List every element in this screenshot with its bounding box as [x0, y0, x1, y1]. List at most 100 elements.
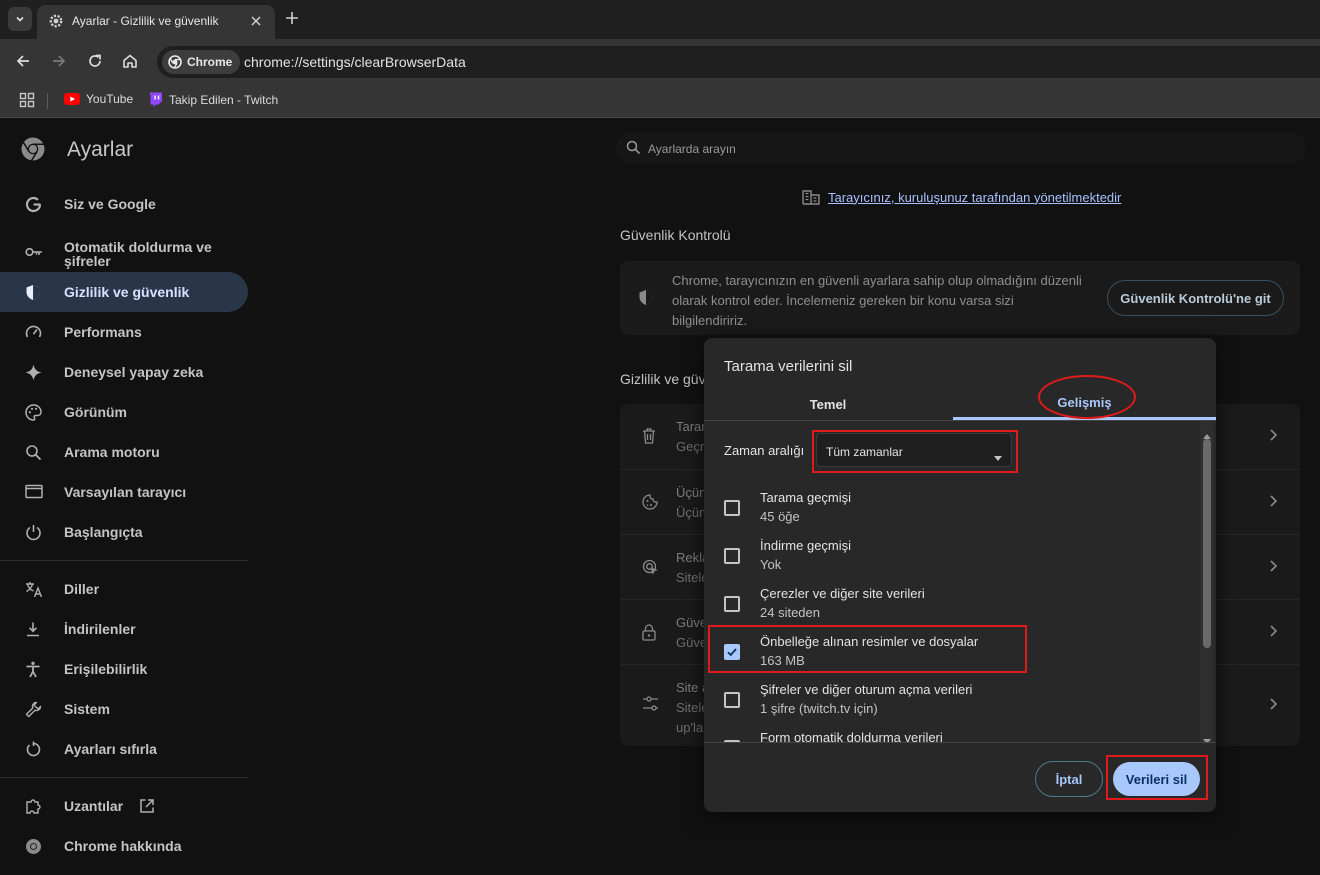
- sidebar-item-experimental-ai[interactable]: Deneysel yapay zeka: [0, 352, 248, 392]
- sidebar-divider: [0, 777, 248, 778]
- sidebar-item-accessibility[interactable]: Erişilebilirlik: [0, 649, 248, 689]
- sidebar-item-privacy[interactable]: Gizlilik ve güvenlik: [0, 272, 248, 312]
- sidebar-item-system[interactable]: Sistem: [0, 689, 248, 729]
- bookmark-youtube[interactable]: YouTube: [64, 92, 133, 106]
- back-arrow-icon[interactable]: [14, 52, 32, 75]
- safety-check-card: Chrome, tarayıcınızın en güvenli ayarlar…: [620, 261, 1300, 335]
- option-passwords[interactable]: Şifreler ve diğer oturum açma verileri 1…: [724, 679, 1194, 723]
- sidebar-item-extensions[interactable]: Uzantılar: [0, 786, 248, 826]
- sidebar-item-you-and-google[interactable]: Siz ve Google: [0, 184, 248, 224]
- chevron-down-icon: [14, 13, 26, 25]
- chevron-right-icon: [1268, 559, 1278, 578]
- option-autofill-form-data[interactable]: Form otomatik doldurma verileri: [724, 727, 1194, 743]
- sidebar-item-appearance[interactable]: Görünüm: [0, 392, 248, 432]
- sidebar-item-search-engine[interactable]: Arama motoru: [0, 432, 248, 472]
- option-name: Tarama geçmişi: [760, 490, 852, 505]
- omnibox[interactable]: Chrome chrome://settings/clearBrowserDat…: [157, 46, 1320, 78]
- checkbox[interactable]: [724, 692, 740, 708]
- option-detail: Yok: [760, 557, 782, 572]
- reload-icon[interactable]: [86, 52, 104, 75]
- settings-search-input[interactable]: Ayarlarda arayın: [616, 132, 1306, 164]
- sidebar-item-label: Erişilebilirlik: [64, 661, 148, 677]
- shield-icon: [638, 289, 654, 311]
- gear-icon: [48, 13, 64, 29]
- trash-icon: [642, 428, 656, 444]
- dialog-body: Zaman aralığı Tüm zamanlar Tarama geçmiş…: [704, 421, 1216, 743]
- puzzle-icon: [25, 798, 42, 815]
- highlight-ellipse: [1038, 375, 1136, 419]
- tab-title: Ayarlar - Gizlilik ve güvenlik: [72, 14, 219, 28]
- shield-icon: [25, 284, 41, 301]
- sidebar-item-label: Diller: [64, 581, 100, 597]
- option-browsing-history[interactable]: Tarama geçmişi 45 öğe: [724, 487, 1194, 531]
- tab-basic[interactable]: Temel: [704, 388, 952, 420]
- site-chip[interactable]: Chrome: [162, 50, 241, 74]
- bookmark-twitch[interactable]: Takip Edilen - Twitch: [148, 92, 278, 107]
- tab-search-button[interactable]: [8, 7, 32, 31]
- sidebar-item-label: Chrome hakkında: [64, 838, 182, 854]
- sidebar-item-label: Deneysel yapay zeka: [64, 364, 204, 380]
- sidebar-item-autofill[interactable]: Otomatik doldurma ve şifreler: [0, 231, 248, 277]
- close-icon[interactable]: [249, 14, 263, 33]
- safety-check-button[interactable]: Güvenlik Kontrolü'ne git: [1107, 280, 1284, 316]
- new-tab-plus-icon[interactable]: [283, 9, 301, 32]
- chevron-right-icon: [1268, 697, 1278, 716]
- sidebar-item-downloads[interactable]: İndirilenler: [0, 609, 248, 649]
- checkbox[interactable]: [724, 596, 740, 612]
- option-detail: 1 şifre (twitch.tv için): [760, 701, 878, 716]
- sidebar-item-label: Sistem: [64, 701, 110, 717]
- search-placeholder: Ayarlarda arayın: [648, 142, 736, 156]
- privacy-section-heading: Gizlilik ve güv: [620, 371, 706, 387]
- open-in-new-icon: [139, 798, 155, 819]
- sidebar-item-on-startup[interactable]: Başlangıçta: [0, 512, 248, 552]
- accessibility-icon: [25, 661, 41, 678]
- scrollbar[interactable]: [1200, 421, 1214, 742]
- checkbox[interactable]: [724, 500, 740, 516]
- ad-privacy-icon: [642, 559, 659, 576]
- checkbox[interactable]: [724, 740, 740, 742]
- youtube-icon: [64, 93, 80, 105]
- sidebar-item-label: Arama motoru: [64, 444, 160, 460]
- building-icon: [802, 189, 820, 205]
- wrench-icon: [25, 701, 42, 718]
- dialog-title: Tarama verilerini sil: [724, 358, 853, 375]
- home-icon[interactable]: [121, 52, 139, 75]
- sidebar-item-label: Uzantılar: [64, 798, 124, 814]
- sidebar-item-label: Gizlilik ve güvenlik: [64, 284, 190, 300]
- sidebar-item-label: İndirilenler: [64, 621, 136, 637]
- chevron-right-icon: [1268, 494, 1278, 513]
- chrome-icon: [168, 55, 182, 69]
- checkbox[interactable]: [724, 548, 740, 564]
- tab-settings[interactable]: Ayarlar - Gizlilik ve güvenlik: [37, 5, 275, 39]
- highlight-box-delete-button: [1106, 755, 1208, 800]
- scroll-thumb[interactable]: [1203, 439, 1211, 648]
- chrome-icon: [25, 838, 42, 855]
- chevron-right-icon: [1268, 428, 1278, 447]
- option-download-history[interactable]: İndirme geçmişi Yok: [724, 535, 1194, 579]
- sidebar-item-performance[interactable]: Performans: [0, 312, 248, 352]
- reset-icon: [25, 741, 42, 758]
- bookmark-separator: [47, 93, 48, 109]
- option-name: İndirme geçmişi: [760, 538, 852, 553]
- option-cookies[interactable]: Çerezler ve diğer site verileri 24 sited…: [724, 583, 1194, 627]
- clear-browsing-data-dialog: Tarama verilerini sil Temel Gelişmiş Zam…: [704, 338, 1216, 812]
- cookie-icon: [642, 494, 658, 510]
- managed-notice: Tarayıcınız, kuruluşunuz tarafından yöne…: [802, 189, 1121, 205]
- highlight-box-cached-images: [708, 625, 1027, 673]
- scroll-down-arrow-icon[interactable]: [1203, 731, 1211, 742]
- translate-icon: [25, 581, 43, 598]
- sidebar-item-reset[interactable]: Ayarları sıfırla: [0, 729, 248, 769]
- sidebar-item-default-browser[interactable]: Varsayılan tarayıcı: [0, 472, 248, 512]
- forward-arrow-icon[interactable]: [50, 52, 68, 75]
- page-title: Ayarlar: [67, 138, 134, 161]
- apps-grid-icon[interactable]: [19, 92, 35, 113]
- cancel-button[interactable]: İptal: [1035, 761, 1103, 797]
- sidebar-item-about-chrome[interactable]: Chrome hakkında: [0, 826, 248, 866]
- key-icon: [25, 246, 43, 258]
- sidebar-divider: [0, 560, 248, 561]
- option-name: Form otomatik doldurma verileri: [760, 730, 943, 743]
- managed-link[interactable]: Tarayıcınız, kuruluşunuz tarafından yöne…: [828, 190, 1121, 205]
- sidebar-item-languages[interactable]: Diller: [0, 569, 248, 609]
- lock-icon: [642, 624, 656, 641]
- option-name: Çerezler ve diğer site verileri: [760, 586, 925, 601]
